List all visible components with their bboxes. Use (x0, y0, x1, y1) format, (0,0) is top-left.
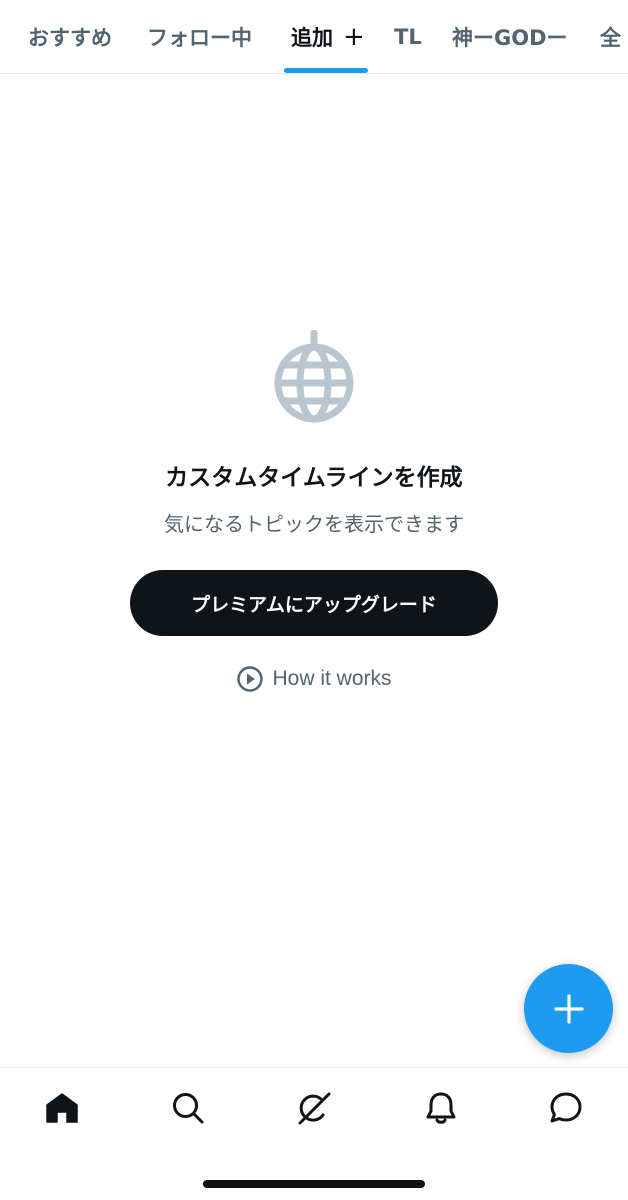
grok-icon (298, 1092, 331, 1125)
upgrade-premium-label: プレミアムにアップグレード (191, 593, 437, 616)
tab-add[interactable]: 追加 + (291, 0, 365, 73)
nav-home[interactable] (42, 1088, 82, 1128)
tab-label: フォロー中 (147, 26, 252, 50)
nav-grok[interactable] (294, 1088, 334, 1128)
nav-messages[interactable] (546, 1088, 586, 1128)
nav-search[interactable] (168, 1088, 208, 1128)
tab-recommended[interactable]: おすすめ (28, 0, 112, 73)
empty-state-subtitle: 気になるトピックを表示できます (164, 512, 464, 536)
tab-label: 全 (600, 26, 621, 50)
home-indicator-bar (203, 1180, 425, 1188)
nav-notifications[interactable] (421, 1088, 461, 1128)
tab-god[interactable]: 神ーGODー (452, 0, 568, 73)
tab-label: 追加 (291, 26, 333, 50)
tab-following[interactable]: フォロー中 (147, 0, 252, 73)
tab-label: 神ーGODー (452, 26, 568, 50)
tab-tl[interactable]: TL (394, 0, 422, 73)
play-circle-icon (237, 666, 264, 692)
empty-state: カスタムタイムラインを作成 気になるトピックを表示できます (0, 330, 628, 537)
how-it-works-link[interactable]: How it works (0, 660, 628, 698)
home-icon (46, 1093, 78, 1123)
search-icon (173, 1093, 204, 1124)
add-plus-icon: + (343, 22, 365, 52)
tab-label: おすすめ (28, 26, 112, 50)
plus-icon (553, 993, 584, 1024)
bell-icon (426, 1092, 456, 1124)
upgrade-premium-button[interactable]: プレミアムにアップグレード (130, 570, 498, 636)
active-tab-indicator (284, 68, 368, 73)
tab-label: TL (394, 25, 422, 49)
timeline-tab-bar: おすすめ フォロー中 追加 + TL 神ーGODー 全 (0, 0, 628, 74)
message-icon (550, 1092, 582, 1123)
globe-icon (274, 330, 354, 423)
tab-all[interactable]: 全 (600, 0, 621, 73)
empty-state-title: カスタムタイムラインを作成 (165, 465, 463, 491)
how-it-works-label: How it works (272, 667, 392, 690)
compose-fab-button[interactable] (524, 964, 613, 1053)
